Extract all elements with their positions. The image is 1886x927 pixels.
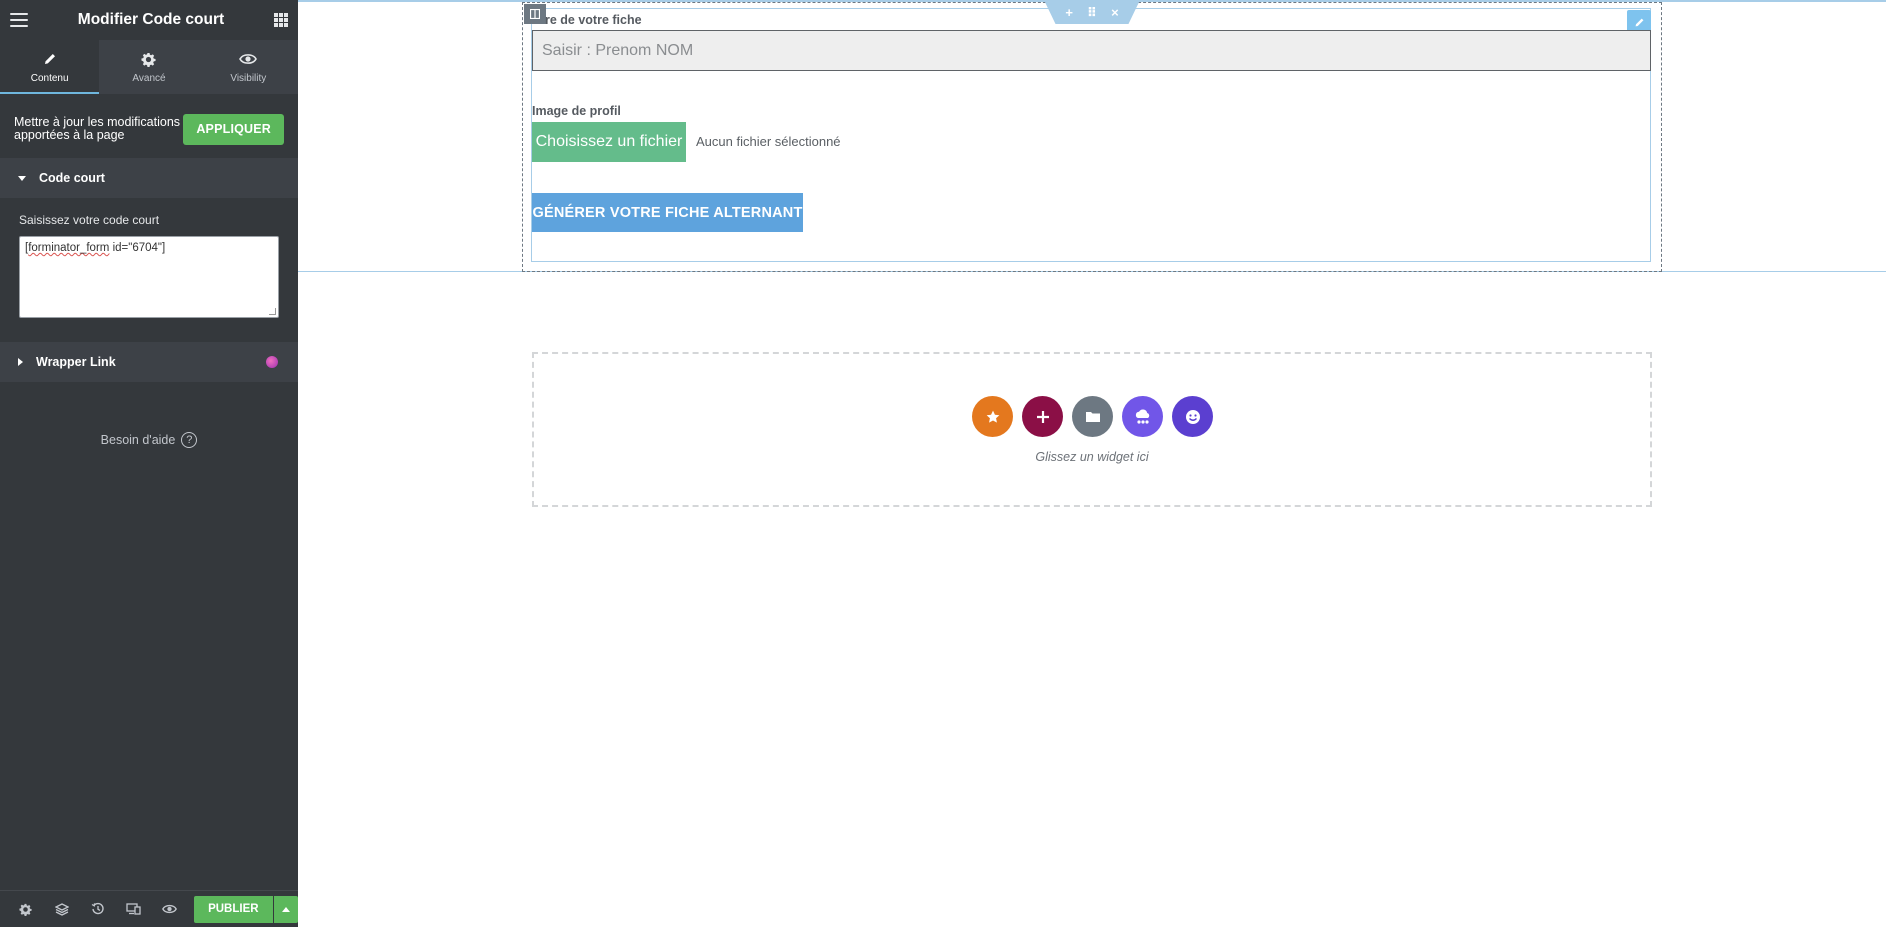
tab-label: Avancé [132,73,166,84]
tab-label: Contenu [30,73,69,84]
section-handle: + ⠿ × [1044,0,1140,24]
delete-section-button[interactable]: × [1111,6,1119,19]
pencil-icon [1635,18,1643,26]
shortcode-textarea[interactable]: [forminator_form id="6704"] [19,236,279,318]
section-code-court[interactable]: Code court [0,158,298,198]
caret-down-icon [18,175,26,181]
question-icon: ? [181,432,198,448]
menu-icon[interactable] [10,13,28,27]
gear-icon [141,50,157,68]
pro-badge-icon [266,356,278,368]
choose-file-button[interactable]: Choisissez un fichier [532,122,686,162]
shortcode-word: forminator_form [28,242,110,254]
caret-right-icon [18,358,23,366]
name-field-label: re de votre fiche [545,13,642,27]
drop-zone-buttons [534,396,1650,437]
generate-button[interactable]: GÉNÉRER VOTRE FICHE ALTERNANT [532,193,803,232]
update-notice: Mettre à jour les modifications apportée… [0,100,298,158]
tab-visibility[interactable]: Visibility [199,40,298,94]
column-icon [530,9,540,19]
layers-icon[interactable] [44,891,80,927]
column-handle[interactable] [524,4,546,24]
editor-canvas: + ⠿ × re de votre fiche Saisir : Prenom … [298,0,1886,927]
widgets-grid-icon[interactable] [273,13,288,27]
section-title: Code court [39,171,105,185]
panel-footer: PUBLIER [0,890,298,927]
move-section-handle[interactable]: ⠿ [1087,6,1097,19]
shortcode-label: Saisissez votre code court [19,213,160,227]
help-label: Besoin d'aide [100,433,176,447]
tab-contenu[interactable]: Contenu [0,40,100,94]
publish-options-button[interactable] [273,895,298,923]
pencil-icon [43,50,57,68]
publish-button[interactable]: PUBLIER [193,895,273,923]
panel-tabs: Contenu Avancé Visibility [0,40,298,94]
tab-label: Visibility [230,73,267,84]
apply-button[interactable]: APPLIQUER [183,113,284,145]
add-section-button[interactable]: + [1065,6,1073,19]
update-notice-text: Mettre à jour les modifications apportée… [14,115,181,142]
plus-icon[interactable] [1022,396,1063,437]
star-icon[interactable] [972,396,1013,437]
drop-zone-text: Glissez un widget ici [1035,450,1149,464]
caret-up-icon [281,906,290,912]
resize-grip[interactable] [269,308,276,315]
help-link[interactable]: Besoin d'aide ? [0,432,298,448]
shortcode-suffix: id="6704"] [109,242,166,254]
section-title: Wrapper Link [36,355,116,369]
folder-icon[interactable] [1072,396,1113,437]
responsive-icon[interactable] [116,891,152,927]
settings-icon[interactable] [8,891,44,927]
widget-drop-zone[interactable]: Glissez un widget ici [532,352,1652,507]
history-icon[interactable] [80,891,116,927]
panel-title: Modifier Code court [77,11,225,28]
file-status-text: Aucun fichier sélectionné [696,134,841,149]
editor-panel: Modifier Code court Contenu Avancé Visib… [0,0,298,927]
code-section-body: Saisissez votre code court [forminator_f… [0,200,298,340]
smiley-icon[interactable] [1172,396,1213,437]
tab-avance[interactable]: Avancé [99,40,198,94]
section-wrapper-link[interactable]: Wrapper Link [0,342,298,382]
preview-eye-icon[interactable] [152,891,188,927]
cloud-icon[interactable] [1122,396,1163,437]
image-field-label: Image de profil [532,104,621,118]
eye-icon [239,50,258,68]
panel-header: Modifier Code court [0,0,298,40]
name-input[interactable]: Saisir : Prenom NOM [532,30,1651,71]
